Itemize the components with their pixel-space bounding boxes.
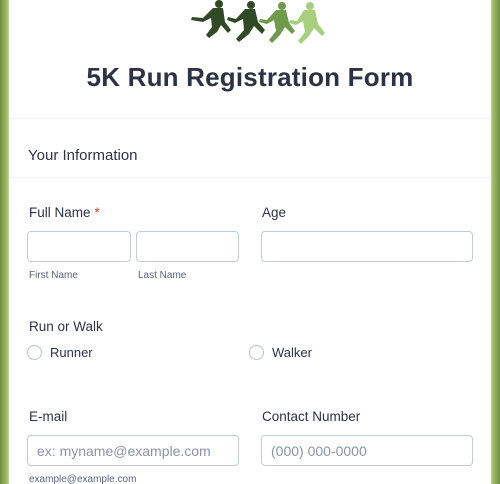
radio-label-walker[interactable]: Walker [272, 345, 312, 360]
contact-number-label: Contact Number [262, 409, 361, 424]
radio-option-walker[interactable]: Walker [249, 345, 312, 360]
last-name-input[interactable] [136, 231, 239, 262]
email-label: E-mail [29, 409, 68, 424]
form-card: 5K Run Registration Form Your Informatio… [9, 0, 491, 484]
first-name-sublabel: First Name [29, 270, 78, 281]
run-or-walk-label: Run or Walk [29, 319, 103, 334]
age-input[interactable] [261, 231, 473, 262]
section-title: Your Information [28, 147, 138, 164]
full-name-label: Full Name * [29, 205, 100, 220]
last-name-sublabel: Last Name [138, 270, 187, 281]
full-name-label-text: Full Name [29, 205, 91, 220]
section-header: Your Information [9, 119, 491, 178]
radio-label-runner[interactable]: Runner [50, 345, 93, 360]
required-mark: * [94, 205, 100, 220]
radio-option-runner[interactable]: Runner [27, 345, 93, 360]
form-title: 5K Run Registration Form [86, 62, 414, 92]
radio-button-runner[interactable] [27, 345, 42, 360]
age-label: Age [262, 205, 287, 220]
radio-button-walker[interactable] [249, 345, 264, 360]
email-input[interactable] [27, 435, 239, 466]
contact-number-input[interactable] [261, 435, 473, 466]
form-header: 5K Run Registration Form [9, 0, 491, 119]
first-name-input[interactable] [27, 231, 131, 262]
email-sublabel: example@example.com [29, 474, 137, 484]
runners-illustration [191, 0, 325, 44]
